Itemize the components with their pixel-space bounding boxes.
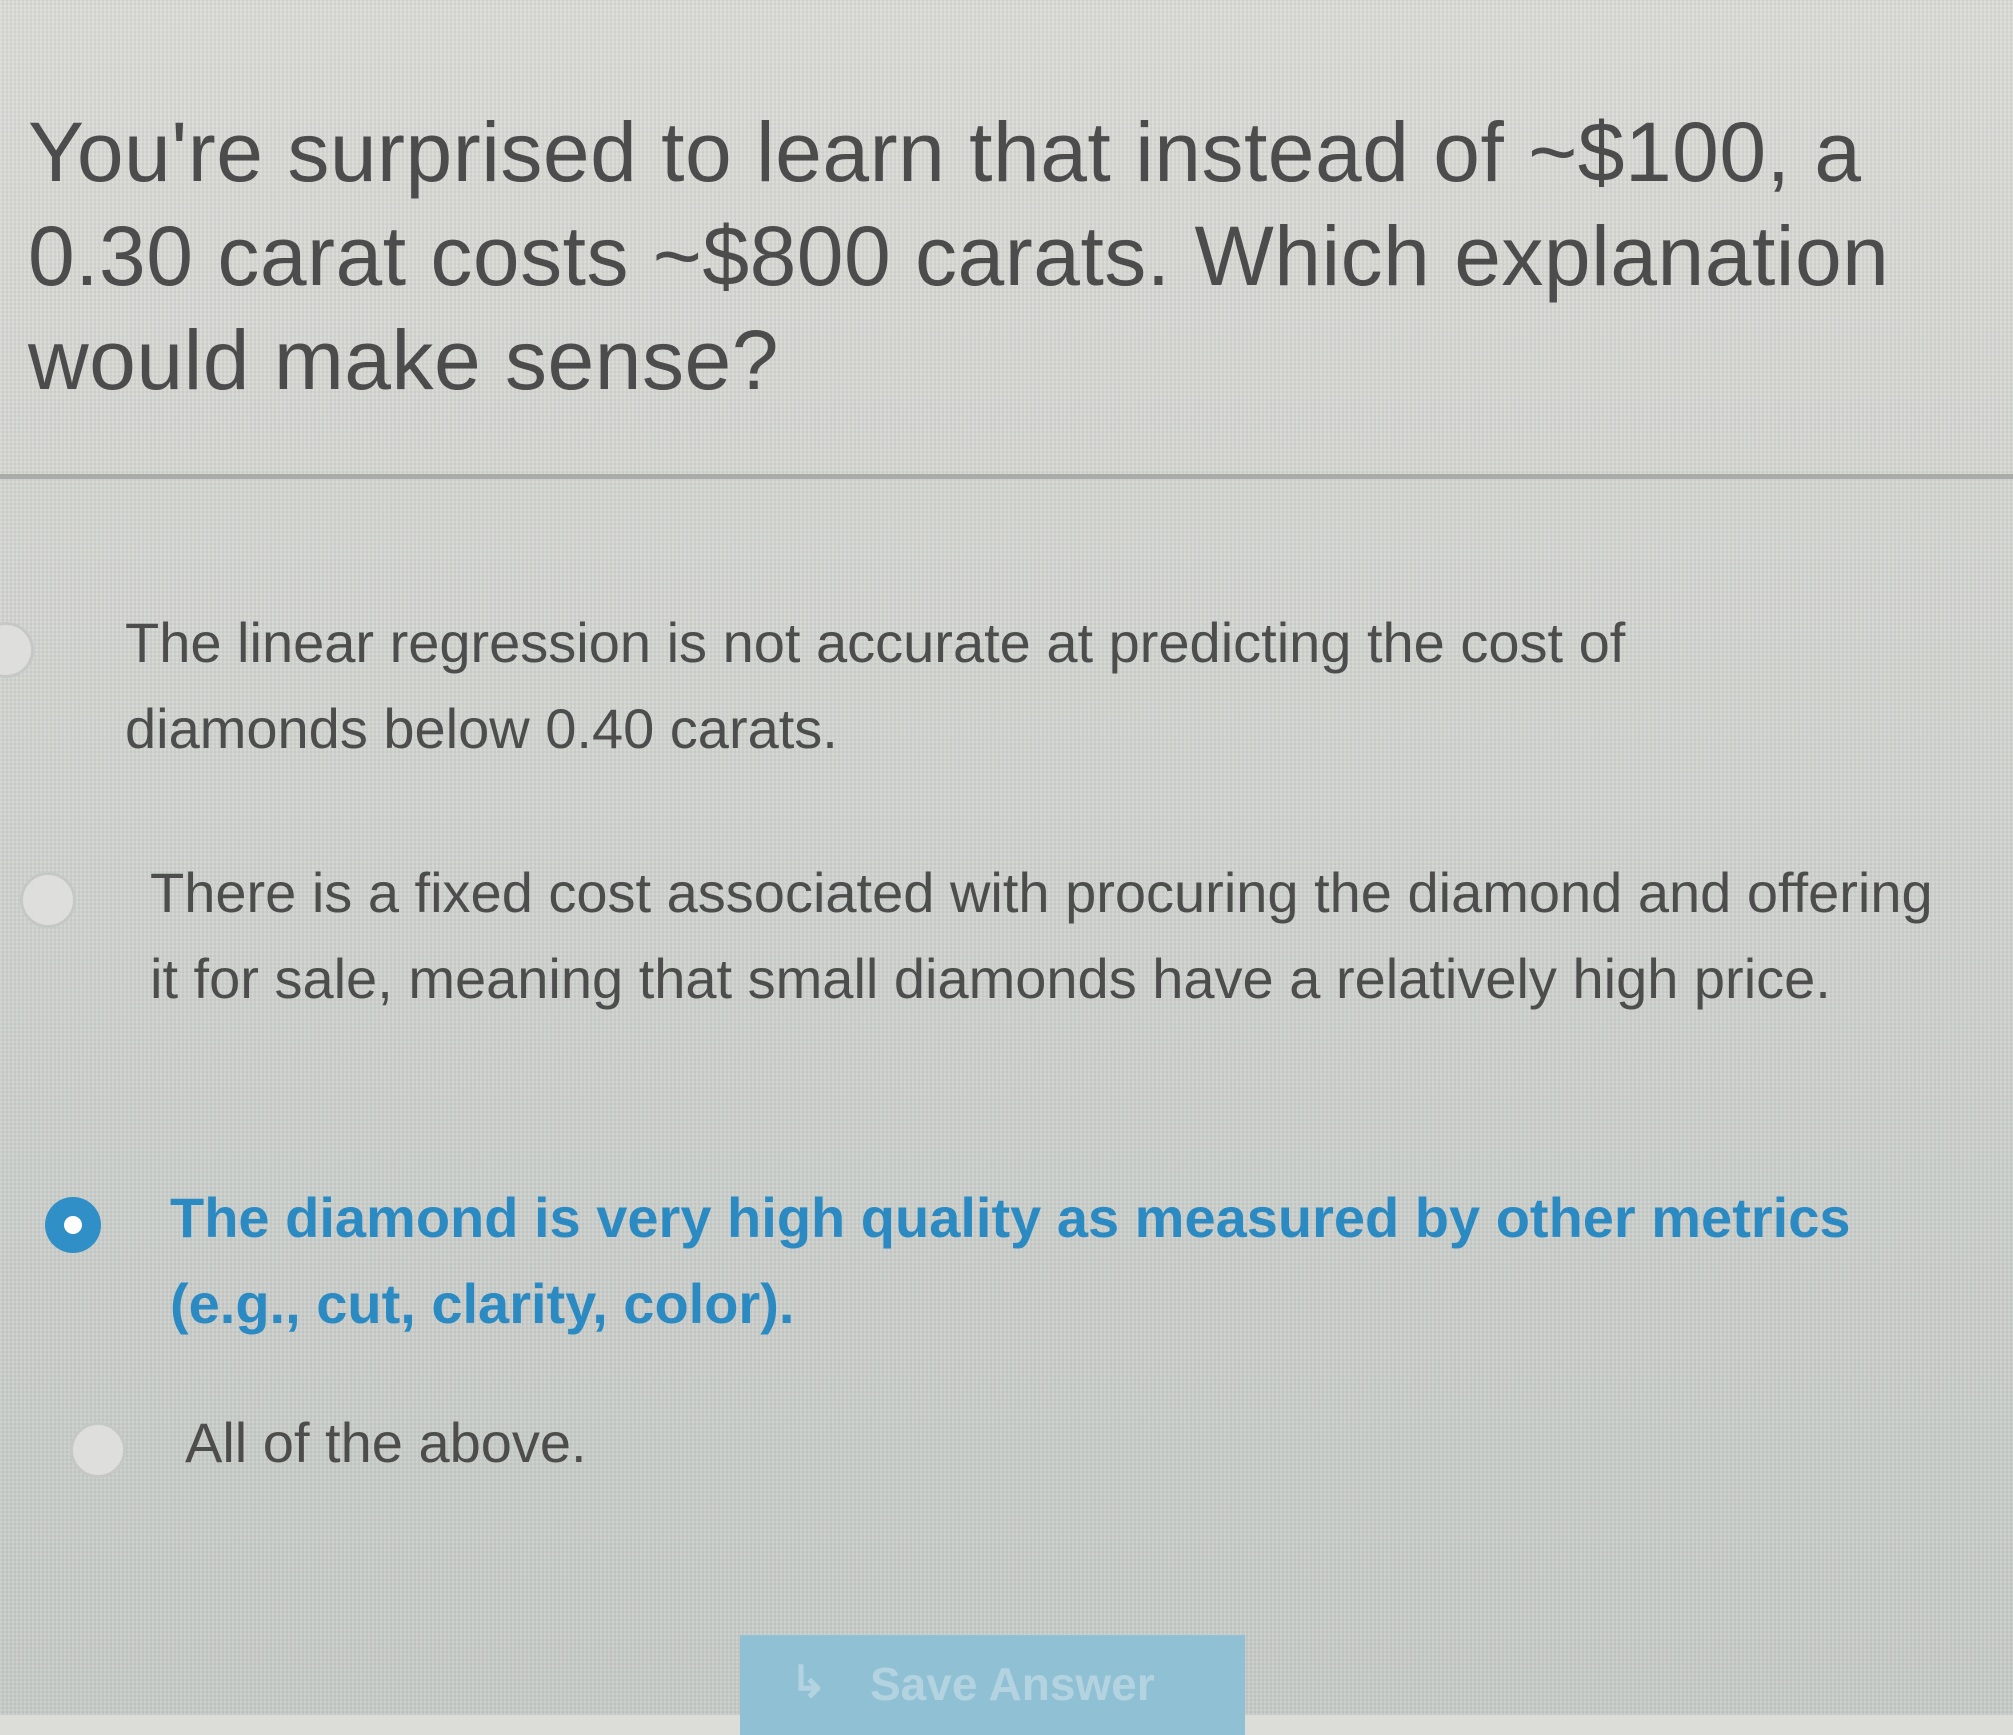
save-answer-label: Save Answer [870, 1658, 1155, 1710]
answer-option-4[interactable]: All of the above. [0, 1400, 2013, 1500]
answer-option-3[interactable]: The diamond is very high quality as meas… [0, 1175, 2013, 1355]
save-answer-button[interactable]: ↳ Save Answer [740, 1635, 1245, 1735]
radio-button-4[interactable] [70, 1422, 126, 1478]
option-1-text: The linear regression is not accurate at… [125, 611, 1626, 760]
radio-button-2[interactable] [20, 872, 76, 928]
radio-button-3[interactable] [45, 1197, 101, 1253]
option-3-text: The diamond is very high quality as meas… [170, 1186, 1851, 1335]
answer-option-1[interactable]: The linear regression is not accurate at… [0, 600, 2013, 780]
answer-option-2[interactable]: There is a fixed cost associated with pr… [0, 850, 2013, 1120]
option-4-text: All of the above. [185, 1411, 587, 1474]
divider [0, 474, 2013, 479]
option-2-text: There is a fixed cost associated with pr… [150, 861, 1933, 1010]
reply-arrow-icon: ↳ [790, 1658, 827, 1707]
radio-button-1[interactable] [0, 622, 34, 678]
question-text: You're surprised to learn that instead o… [28, 105, 1890, 407]
